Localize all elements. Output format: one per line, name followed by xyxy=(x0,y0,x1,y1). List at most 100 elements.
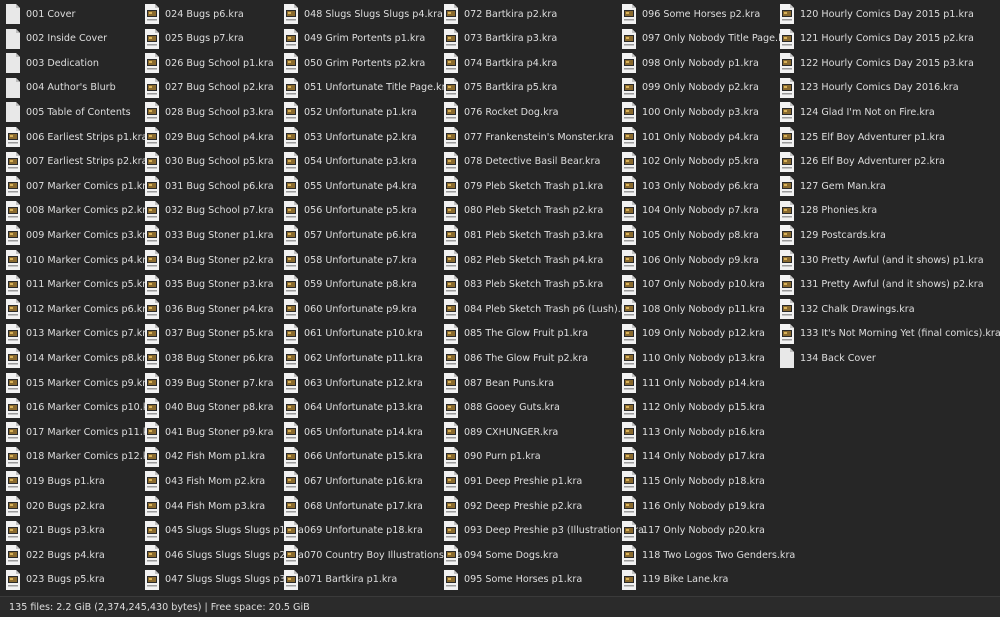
file-item[interactable]: 041 Bug Stoner p9.kra xyxy=(139,420,273,444)
file-item[interactable]: 074 Bartkira p4.kra xyxy=(438,51,557,75)
file-item[interactable]: 056 Unfortunate p5.kra xyxy=(278,199,417,223)
file-item[interactable]: 032 Bug School p7.kra xyxy=(139,199,274,223)
file-item[interactable]: 091 Deep Preshie p1.kra xyxy=(438,469,582,493)
file-item[interactable]: 099 Only Nobody p2.kra xyxy=(616,76,759,100)
file-item[interactable]: 089 CXHUNGER.kra xyxy=(438,420,558,444)
file-item[interactable]: 064 Unfortunate p13.kra xyxy=(278,396,423,420)
file-item[interactable]: 040 Bug Stoner p8.kra xyxy=(139,396,273,420)
file-item[interactable]: 010 Marker Comics p4.kra xyxy=(0,248,152,272)
file-item[interactable]: 020 Bugs p2.kra xyxy=(0,494,105,518)
file-item[interactable]: 050 Grim Portents p2.kra xyxy=(278,51,425,75)
file-item[interactable]: 102 Only Nobody p5.kra xyxy=(616,150,759,174)
file-item[interactable]: 118 Two Logos Two Genders.kra xyxy=(616,543,795,567)
file-item[interactable]: 077 Frankenstein's Monster.kra xyxy=(438,125,614,149)
file-item[interactable]: 055 Unfortunate p4.kra xyxy=(278,174,417,198)
file-item[interactable]: 015 Marker Comics p9.kra xyxy=(0,371,152,395)
file-item[interactable]: 112 Only Nobody p15.kra xyxy=(616,396,765,420)
file-item[interactable]: 097 Only Nobody Title Page.kra xyxy=(616,27,793,51)
file-item[interactable]: 094 Some Dogs.kra xyxy=(438,543,558,567)
file-item[interactable]: 006 Earliest Strips p1.kra xyxy=(0,125,148,149)
file-item[interactable]: 049 Grim Portents p1.kra xyxy=(278,27,425,51)
file-item[interactable]: 078 Detective Basil Bear.kra xyxy=(438,150,600,174)
file-item[interactable]: 035 Bug Stoner p3.kra xyxy=(139,273,273,297)
file-item[interactable]: 031 Bug School p6.kra xyxy=(139,174,274,198)
file-item[interactable]: 101 Only Nobody p4.kra xyxy=(616,125,759,149)
file-item[interactable]: 043 Fish Mom p2.kra xyxy=(139,469,265,493)
file-item[interactable]: 007 Earliest Strips p2.kra xyxy=(0,150,148,174)
file-item[interactable]: 123 Hourly Comics Day 2016.kra xyxy=(774,76,959,100)
file-item[interactable]: 068 Unfortunate p17.kra xyxy=(278,494,423,518)
file-item[interactable]: 115 Only Nobody p18.kra xyxy=(616,469,765,493)
file-item[interactable]: 070 Country Boy Illustrations.kra xyxy=(278,543,462,567)
file-item[interactable]: 019 Bugs p1.kra xyxy=(0,469,105,493)
file-item[interactable]: 084 Pleb Sketch Trash p6 (Lush).kra xyxy=(438,297,636,321)
file-item[interactable]: 054 Unfortunate p3.kra xyxy=(278,150,417,174)
file-item[interactable]: 039 Bug Stoner p7.kra xyxy=(139,371,273,395)
file-item[interactable]: 038 Bug Stoner p6.kra xyxy=(139,346,273,370)
file-item[interactable]: 111 Only Nobody p14.kra xyxy=(616,371,765,395)
file-item[interactable]: 011 Marker Comics p5.kra xyxy=(0,273,152,297)
file-item[interactable]: 073 Bartkira p3.kra xyxy=(438,27,557,51)
file-item[interactable]: 098 Only Nobody p1.kra xyxy=(616,51,759,75)
file-item[interactable]: 107 Only Nobody p10.kra xyxy=(616,273,765,297)
file-item[interactable]: 013 Marker Comics p7.kra xyxy=(0,322,152,346)
file-item[interactable]: 051 Unfortunate Title Page.kra xyxy=(278,76,451,100)
file-item[interactable]: 014 Marker Comics p8.kra xyxy=(0,346,152,370)
file-item[interactable]: 042 Fish Mom p1.kra xyxy=(139,445,265,469)
file-item[interactable]: 095 Some Horses p1.kra xyxy=(438,568,582,592)
file-item[interactable]: 103 Only Nobody p6.kra xyxy=(616,174,759,198)
file-item[interactable]: 037 Bug Stoner p5.kra xyxy=(139,322,273,346)
file-item[interactable]: 044 Fish Mom p3.kra xyxy=(139,494,265,518)
file-item[interactable]: 067 Unfortunate p16.kra xyxy=(278,469,423,493)
file-item[interactable]: 083 Pleb Sketch Trash p5.kra xyxy=(438,273,603,297)
file-item[interactable]: 052 Unfortunate p1.kra xyxy=(278,100,417,124)
file-item[interactable]: 076 Rocket Dog.kra xyxy=(438,100,558,124)
file-item[interactable]: 071 Bartkira p1.kra xyxy=(278,568,397,592)
file-item[interactable]: 132 Chalk Drawings.kra xyxy=(774,297,915,321)
file-item[interactable]: 117 Only Nobody p20.kra xyxy=(616,519,765,543)
file-item[interactable]: 072 Bartkira p2.kra xyxy=(438,2,557,26)
file-item[interactable]: 130 Pretty Awful (and it shows) p1.kra xyxy=(774,248,984,272)
file-item[interactable]: 058 Unfortunate p7.kra xyxy=(278,248,417,272)
file-item[interactable]: 126 Elf Boy Adventurer p2.kra xyxy=(774,150,945,174)
file-item[interactable]: 122 Hourly Comics Day 2015 p3.kra xyxy=(774,51,974,75)
file-item[interactable]: 119 Bike Lane.kra xyxy=(616,568,728,592)
file-item[interactable]: 063 Unfortunate p12.kra xyxy=(278,371,423,395)
file-item[interactable]: 080 Pleb Sketch Trash p2.kra xyxy=(438,199,603,223)
file-item[interactable]: 088 Gooey Guts.kra xyxy=(438,396,560,420)
file-item[interactable]: 124 Glad I'm Not on Fire.kra xyxy=(774,100,935,124)
file-item[interactable]: 121 Hourly Comics Day 2015 p2.kra xyxy=(774,27,974,51)
file-item[interactable]: 085 The Glow Fruit p1.kra xyxy=(438,322,588,346)
file-item[interactable]: 096 Some Horses p2.kra xyxy=(616,2,760,26)
file-item[interactable]: 092 Deep Preshie p2.kra xyxy=(438,494,582,518)
file-item[interactable]: 086 The Glow Fruit p2.kra xyxy=(438,346,588,370)
file-item[interactable]: 110 Only Nobody p13.kra xyxy=(616,346,765,370)
file-item[interactable]: 016 Marker Comics p10.kra xyxy=(0,396,158,420)
file-item[interactable]: 069 Unfortunate p18.kra xyxy=(278,519,423,543)
file-item[interactable]: 030 Bug School p5.kra xyxy=(139,150,274,174)
file-item[interactable]: 134 Back Cover xyxy=(774,346,876,370)
file-icon-grid[interactable]: 001 Cover 002 Inside Cover 003 Dedication 0… xyxy=(0,0,1000,596)
file-item[interactable]: 065 Unfortunate p14.kra xyxy=(278,420,423,444)
file-item[interactable]: 053 Unfortunate p2.kra xyxy=(278,125,417,149)
file-item[interactable]: 081 Pleb Sketch Trash p3.kra xyxy=(438,223,603,247)
file-item[interactable]: 109 Only Nobody p12.kra xyxy=(616,322,765,346)
file-item[interactable]: 090 Purn p1.kra xyxy=(438,445,541,469)
file-item[interactable]: 108 Only Nobody p11.kra xyxy=(616,297,765,321)
file-item[interactable]: 007 Marker Comics p1.kra xyxy=(0,174,152,198)
file-item[interactable]: 133 It's Not Morning Yet (final comics).… xyxy=(774,322,1000,346)
file-item[interactable]: 093 Deep Preshie p3 (Illustration).kra xyxy=(438,519,644,543)
file-item[interactable]: 026 Bug School p1.kra xyxy=(139,51,274,75)
file-item[interactable]: 104 Only Nobody p7.kra xyxy=(616,199,759,223)
file-item[interactable]: 087 Bean Puns.kra xyxy=(438,371,554,395)
file-item[interactable]: 036 Bug Stoner p4.kra xyxy=(139,297,273,321)
file-item[interactable]: 059 Unfortunate p8.kra xyxy=(278,273,417,297)
file-item[interactable]: 002 Inside Cover xyxy=(0,27,107,51)
file-item[interactable]: 018 Marker Comics p12.kra xyxy=(0,445,158,469)
file-item[interactable]: 001 Cover xyxy=(0,2,75,26)
file-item[interactable]: 025 Bugs p7.kra xyxy=(139,27,244,51)
file-item[interactable]: 027 Bug School p2.kra xyxy=(139,76,274,100)
file-item[interactable]: 125 Elf Boy Adventurer p1.kra xyxy=(774,125,945,149)
file-item[interactable]: 008 Marker Comics p2.kra xyxy=(0,199,152,223)
file-item[interactable]: 100 Only Nobody p3.kra xyxy=(616,100,759,124)
